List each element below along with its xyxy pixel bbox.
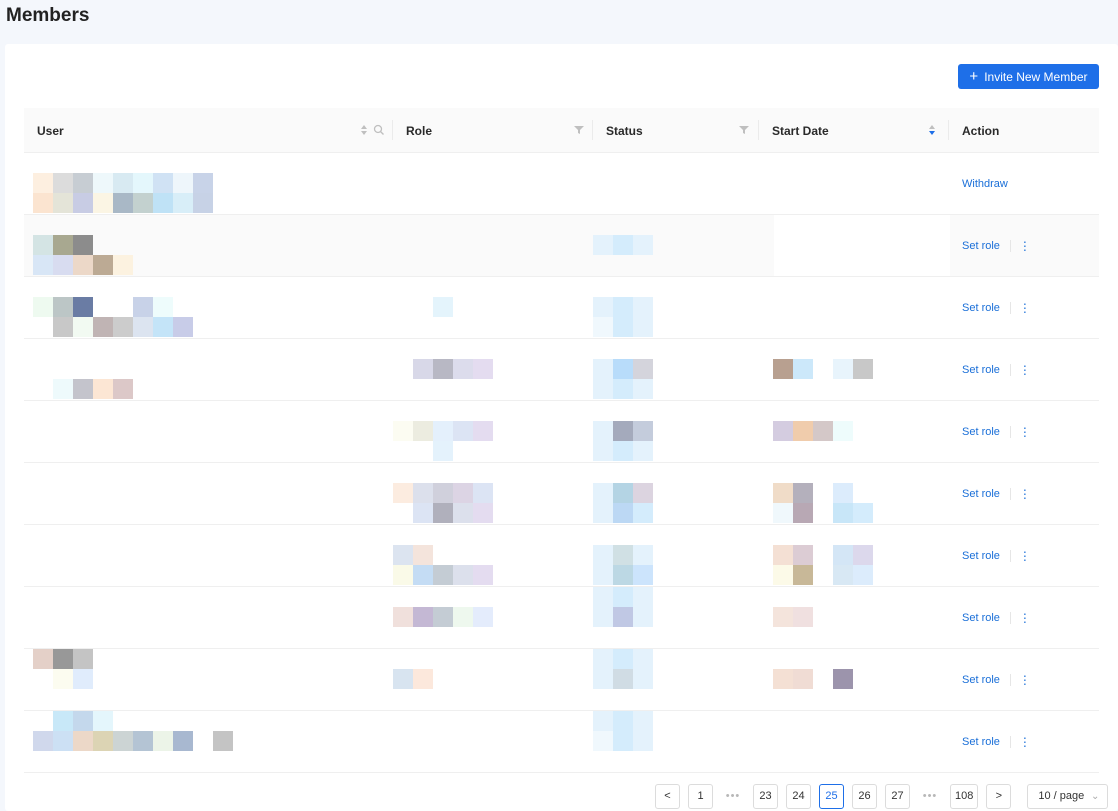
more-icon[interactable]: ⋮ [1009, 301, 1031, 314]
current-page-button[interactable]: 25 [819, 783, 844, 809]
column-header-user[interactable]: User [37, 108, 64, 153]
page-button[interactable]: 1 [688, 783, 713, 809]
jump-prev-ellipsis[interactable]: ••• [721, 784, 745, 809]
set-role-link[interactable]: Set role [962, 674, 1000, 686]
filter-icon[interactable] [574, 125, 584, 135]
table-row: Withdraw [24, 153, 1099, 215]
column-header-role[interactable]: Role [406, 108, 432, 153]
column-separator [948, 120, 949, 140]
page-button[interactable]: 26 [852, 783, 877, 809]
more-icon[interactable]: ⋮ [1009, 611, 1031, 624]
table-row: Set role ⋮ [24, 339, 1099, 401]
row-actions: Set role ⋮ [962, 463, 1031, 524]
table-row: Set role ⋮ [24, 587, 1099, 649]
table-body: Withdraw Set role ⋮ Set role ⋮ Set role … [24, 153, 1099, 773]
set-role-link[interactable]: Set role [962, 488, 1000, 500]
sort-icon[interactable] [928, 124, 936, 136]
withdraw-link[interactable]: Withdraw [962, 178, 1008, 190]
table-row: Set role ⋮ [24, 525, 1099, 587]
search-icon[interactable] [373, 124, 385, 136]
row-actions: Set role ⋮ [962, 525, 1031, 586]
plus-icon: + [969, 67, 979, 85]
row-actions: Set role ⋮ [962, 339, 1031, 400]
set-role-link[interactable]: Set role [962, 550, 1000, 562]
table-row: Set role ⋮ [24, 463, 1099, 525]
page-button[interactable]: 27 [885, 783, 910, 809]
row-hover-bg [24, 215, 774, 276]
table-row: Set role ⋮ [24, 401, 1099, 463]
table-row: Set role ⋮ [24, 649, 1099, 711]
table-header: User Role Status Start Date Action [24, 108, 1099, 153]
next-page-button[interactable]: > [986, 783, 1012, 809]
more-icon[interactable]: ⋮ [1009, 363, 1031, 376]
invite-button-label: Invite New Member [984, 69, 1088, 84]
set-role-link[interactable]: Set role [962, 240, 1000, 252]
jump-next-ellipsis[interactable]: ••• [918, 784, 942, 809]
more-icon[interactable]: ⋮ [1009, 487, 1031, 500]
more-icon[interactable]: ⋮ [1009, 735, 1031, 748]
row-actions: Set role ⋮ [962, 215, 1031, 276]
set-role-link[interactable]: Set role [962, 426, 1000, 438]
table-row: Set role ⋮ [24, 277, 1099, 339]
page-button[interactable]: 24 [786, 783, 811, 809]
more-icon[interactable]: ⋮ [1009, 673, 1031, 686]
row-actions: Set role ⋮ [962, 711, 1031, 772]
page-size-select[interactable]: 10 / page ⌄ [1027, 783, 1109, 809]
prev-page-button[interactable]: < [655, 783, 680, 809]
row-actions: Set role ⋮ [962, 587, 1031, 648]
column-header-action: Action [962, 123, 1000, 138]
pagination: < 1 ••• 23 24 25 26 27 ••• 108 > 10 / pa… [655, 783, 1109, 809]
set-role-link[interactable]: Set role [962, 364, 1000, 376]
page-button[interactable]: 108 [950, 783, 979, 809]
page-size-value: 10 / page [1038, 790, 1085, 802]
row-actions: Set role ⋮ [962, 649, 1031, 710]
column-header-start-date[interactable]: Start Date [772, 108, 829, 153]
column-separator [758, 120, 759, 140]
members-table: User Role Status Start Date Action Withd… [24, 108, 1099, 773]
set-role-link[interactable]: Set role [962, 736, 1000, 748]
column-header-status[interactable]: Status [606, 108, 643, 153]
set-role-link[interactable]: Set role [962, 302, 1000, 314]
row-actions: Set role ⋮ [962, 277, 1031, 338]
table-row: Set role ⋮ [24, 711, 1099, 773]
page-button[interactable]: 23 [753, 783, 778, 809]
invite-new-member-button[interactable]: + Invite New Member [958, 64, 1099, 89]
row-actions: Withdraw [962, 153, 1008, 214]
more-icon[interactable]: ⋮ [1009, 425, 1031, 438]
table-row: Set role ⋮ [24, 215, 1099, 277]
row-actions: Set role ⋮ [962, 401, 1031, 462]
more-icon[interactable]: ⋮ [1009, 549, 1031, 562]
sort-icon[interactable] [360, 124, 368, 136]
more-icon[interactable]: ⋮ [1009, 239, 1031, 252]
page-title: Members [6, 5, 90, 26]
chevron-down-icon: ⌄ [1090, 790, 1100, 802]
column-separator [392, 120, 393, 140]
set-role-link[interactable]: Set role [962, 612, 1000, 624]
filter-icon[interactable] [739, 125, 749, 135]
column-separator [592, 120, 593, 140]
